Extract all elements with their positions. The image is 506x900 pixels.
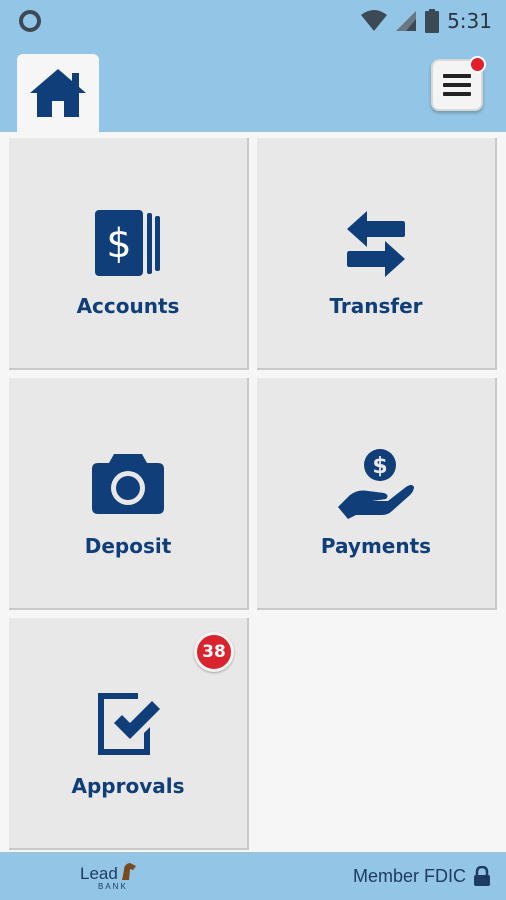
app-header — [0, 42, 506, 132]
tile-label: Transfer — [329, 294, 423, 318]
checkbox-approve-icon — [98, 693, 160, 755]
hamburger-menu-icon — [443, 74, 471, 96]
member-fdic: Member FDIC — [353, 864, 490, 888]
lock-icon — [474, 866, 490, 886]
wifi-icon — [361, 10, 388, 31]
tile-label: Payments — [320, 534, 432, 558]
tile-deposit[interactable]: Deposit — [9, 378, 249, 610]
home-icon — [30, 69, 86, 117]
tile-accounts[interactable]: $ Accounts — [9, 138, 249, 370]
tile-transfer[interactable]: Transfer — [257, 138, 497, 370]
tile-label: Accounts — [76, 294, 180, 318]
fdic-text: Member FDIC — [352, 865, 466, 886]
circle-indicator-icon — [19, 10, 41, 32]
menu-notification-dot — [469, 56, 486, 73]
logo-text: Lead — [80, 864, 118, 883]
camera-icon — [92, 454, 164, 514]
tile-approvals[interactable]: Approvals 38 — [9, 618, 249, 850]
tile-label: Deposit — [84, 534, 172, 558]
tile-label: Approvals — [71, 774, 185, 798]
signal-icon — [396, 11, 417, 31]
tile-payments[interactable]: $ Payments — [257, 378, 497, 610]
svg-text:$: $ — [106, 221, 131, 267]
lead-bank-logo: Lead BANK — [80, 862, 150, 892]
accounts-dollar-cards-icon: $ — [95, 210, 160, 276]
battery-icon — [425, 9, 440, 33]
status-icons: 5:31 — [361, 6, 492, 36]
home-tab[interactable] — [17, 54, 99, 132]
transfer-arrows-icon — [347, 211, 405, 277]
hand-coin-icon: $ — [338, 449, 414, 519]
logo-subtext: BANK — [98, 882, 128, 891]
svg-text:$: $ — [372, 454, 387, 479]
status-bar: 5:31 — [0, 0, 506, 42]
approvals-count-badge: 38 — [194, 632, 234, 672]
status-time: 5:31 — [447, 9, 492, 33]
logo-horse-icon — [122, 863, 136, 880]
footer-bar: Lead BANK Member FDIC — [0, 852, 506, 900]
menu-button[interactable] — [431, 56, 486, 111]
